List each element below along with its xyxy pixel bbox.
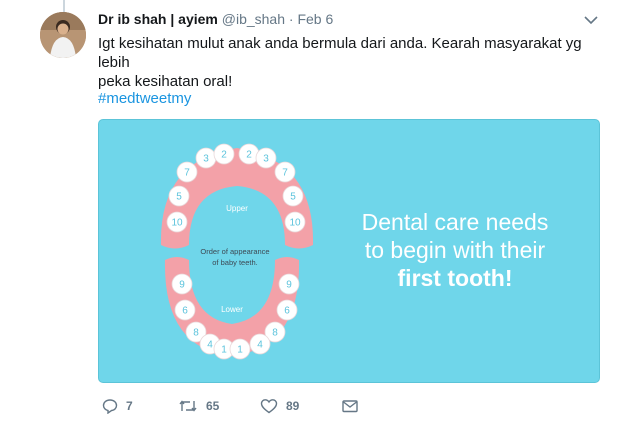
tooth-number: 4 xyxy=(207,340,213,351)
tooth-number: 5 xyxy=(176,192,182,203)
caption: Dental care needs to begin with their fi… xyxy=(355,208,555,292)
caption-line: Dental care needs xyxy=(361,209,549,235)
lower-tooth: 4 xyxy=(249,333,271,355)
tooth-number: 9 xyxy=(286,280,292,291)
hashtag-link[interactable]: #medtweetmy xyxy=(98,90,191,107)
retweet-icon xyxy=(179,400,197,412)
tooth-number: 7 xyxy=(282,168,288,179)
upper-tooth: 5 xyxy=(282,185,304,207)
tweet[interactable]: Dr ib shah | ayiem @ib_shah · Feb 6 Igt … xyxy=(0,0,640,425)
tweet-text: Igt kesihatan mulut anak anda bermula da… xyxy=(98,34,598,91)
reply-icon xyxy=(102,399,118,414)
lower-tooth: 1 xyxy=(229,338,251,360)
reply-count: 7 xyxy=(126,399,133,413)
upper-tooth: 7 xyxy=(176,161,198,183)
tweet-text-line: peka kesihatan oral! xyxy=(98,73,233,90)
tooth-number: 4 xyxy=(257,340,263,351)
lower-tooth: 6 xyxy=(276,299,298,321)
center-text-line: of baby teeth. xyxy=(212,258,257,267)
tooth-number: 6 xyxy=(284,306,290,317)
like-button[interactable]: 89 xyxy=(260,396,299,416)
direct-message-button[interactable] xyxy=(342,396,358,416)
caption-line: to begin with their xyxy=(364,237,546,263)
action-bar: 7 65 89 xyxy=(98,396,378,416)
lower-tooth: 6 xyxy=(174,299,196,321)
lower-tooth: 9 xyxy=(278,273,300,295)
avatar[interactable] xyxy=(40,12,86,58)
tooth-number: 8 xyxy=(193,328,199,339)
tweet-text-line: Igt kesihatan mulut anak anda bermula da… xyxy=(98,35,582,71)
upper-tooth: 3 xyxy=(195,147,217,169)
separator: · xyxy=(288,11,294,27)
upper-tooth: 5 xyxy=(168,185,190,207)
tweet-header: Dr ib shah | ayiem @ib_shah · Feb 6 xyxy=(98,11,333,27)
heart-icon xyxy=(260,399,278,414)
lower-tooth: 9 xyxy=(171,273,193,295)
reply-button[interactable]: 7 xyxy=(102,396,133,416)
tooth-number: 2 xyxy=(221,150,227,161)
lower-teeth: 9 96 68 84 41 1 xyxy=(171,273,300,360)
tooth-number: 1 xyxy=(221,345,227,356)
tooth-number: 5 xyxy=(290,192,296,203)
tooth-number: 6 xyxy=(182,306,188,317)
upper-tooth: 10 xyxy=(166,211,188,233)
tooth-number: 10 xyxy=(289,218,301,229)
tooth-number: 1 xyxy=(237,345,243,356)
tooth-number: 2 xyxy=(246,150,252,161)
upper-tooth: 2 xyxy=(213,143,235,165)
upper-tooth: 3 xyxy=(255,147,277,169)
lower-label: Lower xyxy=(221,305,243,314)
thread-line xyxy=(63,0,65,12)
upper-label: Upper xyxy=(226,204,248,213)
tooth-number: 7 xyxy=(184,168,190,179)
upper-tooth: 2 xyxy=(238,143,260,165)
center-text-line: Order of appearance xyxy=(200,247,269,256)
avatar-image xyxy=(40,12,86,58)
tooth-number: 3 xyxy=(263,154,269,165)
tooth-number: 9 xyxy=(179,280,185,291)
envelope-icon xyxy=(342,400,358,413)
upper-tooth: 10 xyxy=(284,211,306,233)
retweet-button[interactable]: 65 xyxy=(178,396,219,416)
upper-tooth: 7 xyxy=(274,161,296,183)
caption-emphasis: first tooth! xyxy=(397,265,513,291)
like-count: 89 xyxy=(286,399,300,413)
author-handle[interactable]: @ib_shah xyxy=(222,11,285,27)
author-name[interactable]: Dr ib shah | ayiem xyxy=(98,11,218,27)
chevron-down-icon[interactable] xyxy=(583,14,599,26)
tweet-date[interactable]: Feb 6 xyxy=(297,11,333,27)
tooth-number: 8 xyxy=(272,328,278,339)
tooth-number: 10 xyxy=(171,218,183,229)
retweet-count: 65 xyxy=(206,399,220,413)
tweet-image[interactable]: Upper Lower Order of appearance of baby … xyxy=(98,119,600,383)
tooth-number: 3 xyxy=(203,154,209,165)
